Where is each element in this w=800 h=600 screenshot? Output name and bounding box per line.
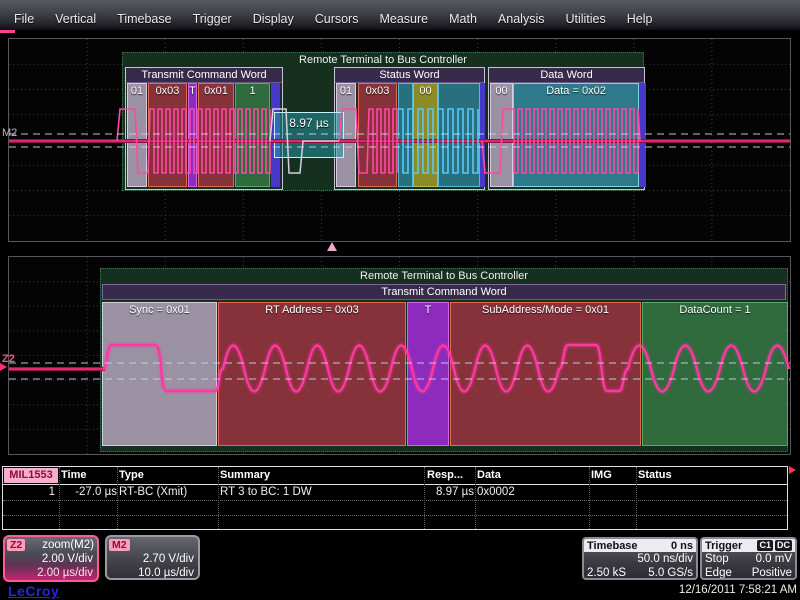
sw-status-field: 00 [413,83,438,187]
menu-bar: File Vertical Timebase Trigger Display C… [0,0,800,30]
col-resp: Resp... [427,469,463,481]
z-datacount-field: DataCount = 1 [642,302,788,446]
z-sync-field: Sync = 0x01 [102,302,217,446]
z2-tdiv: 2.00 µs/div [5,566,97,580]
col-data: Data [477,469,501,481]
trigger-label: Trigger [705,540,742,552]
m2-channel-descriptor[interactable]: M2 2.70 V/div 10.0 µs/div [105,535,200,580]
decode-result-table: MIL1553 Time Type Summary Resp... Data I… [2,466,788,530]
transmit-command-word-header: Transmit Command Word [126,68,282,83]
z-subaddress-field: SubAddress/Mode = 0x01 [450,302,641,446]
upper-waveform-grid: Remote Terminal to Bus Controller Transm… [8,38,791,242]
row-time: -27.0 µs [61,486,117,498]
menu-analysis[interactable]: Analysis [498,12,545,26]
lower-waveform-grid: Remote Terminal to Bus Controller Transm… [8,256,791,455]
menu-math[interactable]: Math [449,12,477,26]
menu-utilities[interactable]: Utilities [565,12,605,26]
m2-trace-label[interactable]: M2 [2,127,17,139]
menu-display[interactable]: Display [253,12,294,26]
tcw-tr-field: T [188,83,197,187]
table-scroll-arrow[interactable] [789,466,796,474]
status-word-header: Status Word [335,68,484,83]
timebase-label: Timebase [587,540,638,552]
channel-position-tick [0,30,15,33]
row-index: 1 [3,486,55,498]
response-time-value: 8.97 µs [275,116,343,130]
lower-word-band: Transmit Command Word [102,284,786,300]
dw-parity-bar [639,83,646,187]
m2-tdiv: 10.0 µs/div [107,566,198,580]
col-divider [424,467,425,529]
timebase-offset: 0 ns [671,540,693,552]
sw-parity-bar [480,83,485,187]
menu-vertical[interactable]: Vertical [55,12,96,26]
z2-badge: Z2 [7,539,25,551]
z2-level-arrow[interactable] [0,363,7,371]
row-type: RT-BC (Xmit) [119,486,187,498]
system-datetime: 12/16/2011 7:58:21 AM [679,584,797,596]
row-separator [3,500,787,501]
menu-cursors[interactable]: Cursors [315,12,359,26]
trigger-coupling-badge: DC [775,540,792,551]
lower-decode-title: Remote Terminal to Bus Controller [101,269,787,283]
menu-help[interactable]: Help [627,12,653,26]
trigger-source-badge: C1 [757,540,773,551]
z-rtaddress-field: RT Address = 0x03 [218,302,406,446]
trigger-mode: Stop [705,552,729,566]
oscilloscope-screen: File Vertical Timebase Trigger Display C… [0,0,800,600]
menu-measure[interactable]: Measure [379,12,428,26]
col-img: IMG [591,469,612,481]
col-type: Type [119,469,144,481]
tcw-subaddress-field: 0x01 [198,83,234,187]
z2-source: zoom(M2) [42,539,94,551]
col-divider [636,467,637,529]
sw-rtaddress-field: 0x03 [358,83,397,187]
col-status: Status [638,469,672,481]
upper-decode-title: Remote Terminal to Bus Controller [123,53,643,67]
response-time-measure-box: 8.97 µs [274,112,344,158]
lower-word-title: Transmit Command Word [103,285,785,300]
row-summary: RT 3 to BC: 1 DW [220,486,312,498]
lecroy-logo: LeCroy [8,583,59,599]
dw-data-field: Data = 0x02 [513,83,639,187]
data-word-header: Data Word [489,68,644,83]
col-summary: Summary [220,469,270,481]
row-separator [3,515,787,516]
z2-channel-descriptor[interactable]: Z2 zoom(M2) 2.00 V/div 2.00 µs/div [3,535,99,582]
timebase-descriptor[interactable]: Timebase 0 ns 50.0 ns/div 2.50 kS 5.0 GS… [582,537,698,580]
trigger-slope: Positive [752,566,792,580]
z-tr-field: T [407,302,449,446]
row-data: 0x0002 [477,486,515,498]
tcw-rtaddress-field: 0x03 [148,83,187,187]
timebase-rate: 5.0 GS/s [648,566,693,580]
sw-flags-field-2 [438,83,480,187]
trigger-descriptor[interactable]: Trigger C1 DC Stop 0.0 mV Edge Positive [700,537,797,580]
tcw-datacount-field: 1 [235,83,270,187]
col-time: Time [61,469,86,481]
row-resp: 8.97 µs [421,486,474,498]
col-divider [589,467,590,529]
trigger-position-marker[interactable] [327,242,337,251]
col-divider [218,467,219,529]
tcw-sync-field: 01 [127,83,147,187]
menu-timebase[interactable]: Timebase [117,12,171,26]
sw-flags-field-1 [398,83,413,187]
protocol-badge[interactable]: MIL1553 [4,468,58,483]
menu-file[interactable]: File [14,12,34,26]
m2-vdiv: 2.70 V/div [107,552,198,566]
col-divider [475,467,476,529]
dw-sync-field: 00 [490,83,513,187]
z2-vdiv: 2.00 V/div [5,552,97,566]
col-divider [59,467,60,529]
m2-badge: M2 [109,539,130,551]
header-underline [3,484,787,485]
menu-trigger[interactable]: Trigger [193,12,232,26]
trigger-level: 0.0 mV [756,552,792,566]
timebase-samples: 2.50 kS [587,566,626,580]
timebase-tdiv: 50.0 ns/div [637,552,693,566]
col-divider [117,467,118,529]
trigger-type: Edge [705,566,732,580]
